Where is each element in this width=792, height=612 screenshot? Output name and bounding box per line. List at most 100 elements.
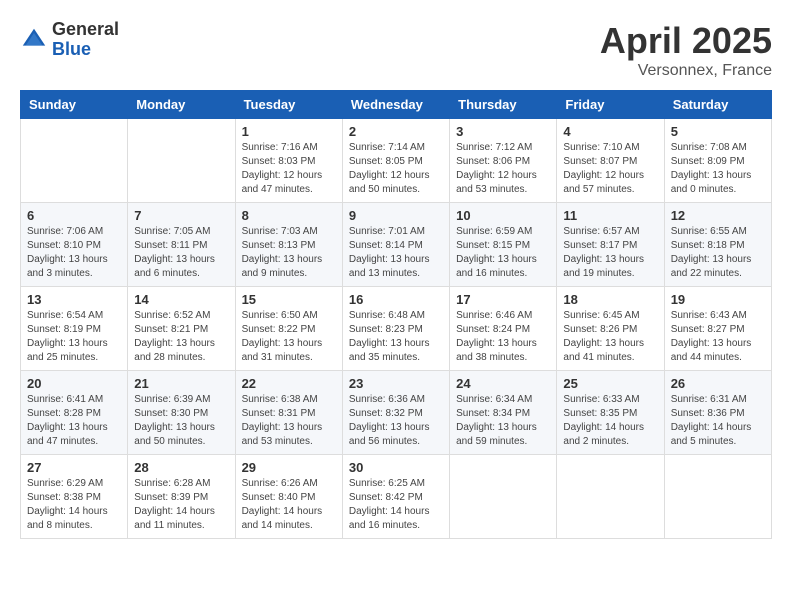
day-number: 20 — [27, 376, 121, 391]
calendar-week-row: 1Sunrise: 7:16 AM Sunset: 8:03 PM Daylig… — [21, 119, 772, 203]
calendar-day-cell: 28 Sunrise: 6:28 AM Sunset: 8:39 PM Dayli… — [128, 455, 235, 539]
day-info: Sunrise: 7:03 AM Sunset: 8:13 PM Dayligh… — [242, 225, 336, 281]
weekday-header: Wednesday — [342, 91, 449, 119]
calendar-day-cell: 15 Sunrise: 6:50 AM Sunset: 8:22 PM Dayli… — [235, 287, 342, 371]
day-number: 30 — [349, 460, 443, 475]
weekday-header: Thursday — [450, 91, 557, 119]
weekday-header: Sunday — [21, 91, 128, 119]
day-info: Sunrise: 6:46 AM Sunset: 8:24 PM Dayligh… — [456, 309, 550, 365]
day-info: Sunrise: 7:08 AM Sunset: 8:09 PM Dayligh… — [671, 141, 765, 197]
day-number: 25 — [563, 376, 657, 391]
calendar-week-row: 6 Sunrise: 7:06 AM Sunset: 8:10 PM Daylig… — [21, 203, 772, 287]
logo: General Blue — [20, 20, 119, 60]
day-info: Sunrise: 7:05 AM Sunset: 8:11 PM Dayligh… — [134, 225, 228, 281]
day-info: Sunrise: 7:12 AM Sunset: 8:06 PM Dayligh… — [456, 141, 550, 197]
logo-text: General Blue — [52, 20, 119, 60]
calendar-day-cell: 17Sunrise: 6:46 AM Sunset: 8:24 PM Dayli… — [450, 287, 557, 371]
day-number: 29 — [242, 460, 336, 475]
calendar-day-cell: 22Sunrise: 6:38 AM Sunset: 8:31 PM Dayli… — [235, 371, 342, 455]
day-info: Sunrise: 6:57 AM Sunset: 8:17 PM Dayligh… — [563, 225, 657, 281]
calendar-day-cell: 19 Sunrise: 6:43 AM Sunset: 8:27 PM Dayli… — [664, 287, 771, 371]
calendar-day-cell: 29 Sunrise: 6:26 AM Sunset: 8:40 PM Dayli… — [235, 455, 342, 539]
day-number: 7 — [134, 208, 228, 223]
day-info: Sunrise: 6:25 AM Sunset: 8:42 PM Dayligh… — [349, 477, 443, 533]
day-number: 11 — [563, 208, 657, 223]
calendar-day-cell: 30 Sunrise: 6:25 AM Sunset: 8:42 PM Dayli… — [342, 455, 449, 539]
calendar-day-cell: 18 Sunrise: 6:45 AM Sunset: 8:26 PM Dayli… — [557, 287, 664, 371]
calendar-day-cell: 2Sunrise: 7:14 AM Sunset: 8:05 PM Daylig… — [342, 119, 449, 203]
calendar-week-row: 27 Sunrise: 6:29 AM Sunset: 8:38 PM Dayli… — [21, 455, 772, 539]
day-number: 6 — [27, 208, 121, 223]
calendar-day-cell: 6 Sunrise: 7:06 AM Sunset: 8:10 PM Daylig… — [21, 203, 128, 287]
day-number: 21 — [134, 376, 228, 391]
day-info: Sunrise: 6:26 AM Sunset: 8:40 PM Dayligh… — [242, 477, 336, 533]
day-info: Sunrise: 6:29 AM Sunset: 8:38 PM Dayligh… — [27, 477, 121, 533]
calendar-day-cell: 10 Sunrise: 6:59 AM Sunset: 8:15 PM Dayli… — [450, 203, 557, 287]
weekday-header: Saturday — [664, 91, 771, 119]
logo-general: General — [52, 20, 119, 40]
day-info: Sunrise: 6:28 AM Sunset: 8:39 PM Dayligh… — [134, 477, 228, 533]
calendar-day-cell: 20 Sunrise: 6:41 AM Sunset: 8:28 PM Dayli… — [21, 371, 128, 455]
day-info: Sunrise: 6:54 AM Sunset: 8:19 PM Dayligh… — [27, 309, 121, 365]
calendar-day-cell: 13 Sunrise: 6:54 AM Sunset: 8:19 PM Dayli… — [21, 287, 128, 371]
location: Versonnex, France — [600, 62, 772, 80]
logo-blue: Blue — [52, 40, 119, 60]
weekday-header: Tuesday — [235, 91, 342, 119]
calendar-day-cell: 7 Sunrise: 7:05 AM Sunset: 8:11 PM Daylig… — [128, 203, 235, 287]
calendar-week-row: 20 Sunrise: 6:41 AM Sunset: 8:28 PM Dayli… — [21, 371, 772, 455]
calendar-day-cell: 1Sunrise: 7:16 AM Sunset: 8:03 PM Daylig… — [235, 119, 342, 203]
day-number: 26 — [671, 376, 765, 391]
calendar-day-cell — [557, 455, 664, 539]
calendar-day-cell — [664, 455, 771, 539]
day-number: 3 — [456, 124, 550, 139]
calendar-day-cell: 23Sunrise: 6:36 AM Sunset: 8:32 PM Dayli… — [342, 371, 449, 455]
calendar-day-cell — [450, 455, 557, 539]
day-info: Sunrise: 6:39 AM Sunset: 8:30 PM Dayligh… — [134, 393, 228, 449]
day-info: Sunrise: 7:01 AM Sunset: 8:14 PM Dayligh… — [349, 225, 443, 281]
day-number: 1 — [242, 124, 336, 139]
day-info: Sunrise: 6:59 AM Sunset: 8:15 PM Dayligh… — [456, 225, 550, 281]
calendar-day-cell — [128, 119, 235, 203]
day-info: Sunrise: 6:45 AM Sunset: 8:26 PM Dayligh… — [563, 309, 657, 365]
calendar-day-cell: 16 Sunrise: 6:48 AM Sunset: 8:23 PM Dayli… — [342, 287, 449, 371]
calendar-day-cell: 12Sunrise: 6:55 AM Sunset: 8:18 PM Dayli… — [664, 203, 771, 287]
calendar-day-cell: 25Sunrise: 6:33 AM Sunset: 8:35 PM Dayli… — [557, 371, 664, 455]
calendar-day-cell: 5Sunrise: 7:08 AM Sunset: 8:09 PM Daylig… — [664, 119, 771, 203]
day-info: Sunrise: 7:14 AM Sunset: 8:05 PM Dayligh… — [349, 141, 443, 197]
calendar-day-cell — [21, 119, 128, 203]
month-title: April 2025 — [600, 20, 772, 62]
calendar-day-cell: 3 Sunrise: 7:12 AM Sunset: 8:06 PM Daylig… — [450, 119, 557, 203]
day-number: 18 — [563, 292, 657, 307]
day-info: Sunrise: 7:10 AM Sunset: 8:07 PM Dayligh… — [563, 141, 657, 197]
title-block: April 2025 Versonnex, France — [600, 20, 772, 80]
day-info: Sunrise: 7:06 AM Sunset: 8:10 PM Dayligh… — [27, 225, 121, 281]
calendar-week-row: 13 Sunrise: 6:54 AM Sunset: 8:19 PM Dayli… — [21, 287, 772, 371]
day-number: 27 — [27, 460, 121, 475]
day-info: Sunrise: 6:41 AM Sunset: 8:28 PM Dayligh… — [27, 393, 121, 449]
day-number: 10 — [456, 208, 550, 223]
day-number: 28 — [134, 460, 228, 475]
day-info: Sunrise: 6:43 AM Sunset: 8:27 PM Dayligh… — [671, 309, 765, 365]
day-number: 19 — [671, 292, 765, 307]
calendar-day-cell: 21 Sunrise: 6:39 AM Sunset: 8:30 PM Dayli… — [128, 371, 235, 455]
calendar-table: SundayMondayTuesdayWednesdayThursdayFrid… — [20, 90, 772, 539]
day-number: 9 — [349, 208, 443, 223]
page-header: General Blue April 2025 Versonnex, Franc… — [20, 20, 772, 80]
calendar-day-cell: 24 Sunrise: 6:34 AM Sunset: 8:34 PM Dayli… — [450, 371, 557, 455]
day-info: Sunrise: 6:48 AM Sunset: 8:23 PM Dayligh… — [349, 309, 443, 365]
weekday-header-row: SundayMondayTuesdayWednesdayThursdayFrid… — [21, 91, 772, 119]
calendar-day-cell: 8 Sunrise: 7:03 AM Sunset: 8:13 PM Daylig… — [235, 203, 342, 287]
day-number: 15 — [242, 292, 336, 307]
day-info: Sunrise: 6:34 AM Sunset: 8:34 PM Dayligh… — [456, 393, 550, 449]
day-info: Sunrise: 6:38 AM Sunset: 8:31 PM Dayligh… — [242, 393, 336, 449]
day-number: 13 — [27, 292, 121, 307]
weekday-header: Monday — [128, 91, 235, 119]
day-number: 16 — [349, 292, 443, 307]
day-number: 23 — [349, 376, 443, 391]
day-number: 8 — [242, 208, 336, 223]
day-info: Sunrise: 6:50 AM Sunset: 8:22 PM Dayligh… — [242, 309, 336, 365]
calendar-day-cell: 11 Sunrise: 6:57 AM Sunset: 8:17 PM Dayli… — [557, 203, 664, 287]
day-number: 24 — [456, 376, 550, 391]
day-info: Sunrise: 6:52 AM Sunset: 8:21 PM Dayligh… — [134, 309, 228, 365]
day-info: Sunrise: 6:55 AM Sunset: 8:18 PM Dayligh… — [671, 225, 765, 281]
